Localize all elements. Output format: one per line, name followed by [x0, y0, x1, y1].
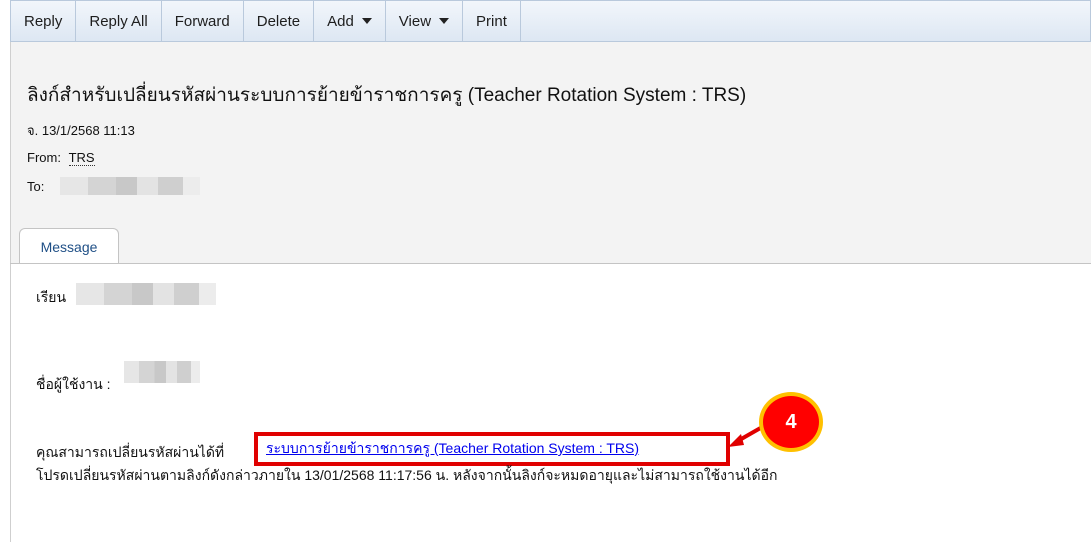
chevron-down-icon [361, 18, 372, 24]
email-subject: ลิงก์สำหรับเปลี่ยนรหัสผ่านระบบการย้ายข้า… [27, 85, 747, 106]
add-label: Add [327, 12, 354, 30]
redacted-recipient [60, 177, 201, 195]
print-button[interactable]: Print [463, 1, 521, 41]
highlight-box: ระบบการย้ายข้าราชการครู (Teacher Rotatio… [254, 432, 730, 466]
delete-button[interactable]: Delete [244, 1, 315, 41]
forward-button[interactable]: Forward [162, 1, 244, 41]
step-number: 4 [785, 410, 797, 433]
to-label: To: [27, 178, 45, 194]
email-date: จ. 13/1/2568 11:13 [27, 123, 135, 138]
step-badge: 4 [759, 392, 823, 452]
expiry-notice: โปรดเปลี่ยนรหัสผ่านตามลิงก์ดังกล่าวภายใน… [36, 467, 778, 483]
from-label: From: [27, 150, 61, 165]
reply-all-label: Reply All [89, 12, 148, 30]
tab-message-label: Message [40, 238, 98, 255]
from-row: From: TRS [27, 150, 95, 166]
sender-name[interactable]: TRS [68, 150, 95, 166]
tab-message[interactable]: Message [19, 228, 119, 264]
change-password-prefix: คุณสามารถเปลี่ยนรหัสผ่านได้ที่ [36, 444, 225, 460]
chevron-down-icon [439, 18, 450, 24]
reply-all-button[interactable]: Reply All [76, 1, 162, 41]
forward-label: Forward [174, 12, 230, 30]
view-dropdown-button[interactable]: View [386, 1, 464, 41]
reply-button[interactable]: Reply [11, 1, 77, 41]
delete-label: Delete [256, 12, 301, 30]
message-header: ลิงก์สำหรับเปลี่ยนรหัสผ่านระบบการย้ายข้า… [10, 42, 1091, 264]
view-label: View [398, 12, 432, 30]
username-label: ชื่อผู้ใช้งาน : [36, 376, 111, 392]
to-row: To: [27, 177, 201, 195]
message-body [10, 264, 1091, 542]
greeting-label: เรียน [36, 289, 67, 305]
print-label: Print [476, 12, 507, 30]
mail-toolbar: Reply Reply All Forward Delete Add View … [10, 0, 1091, 42]
redacted-recipient-name [76, 283, 216, 305]
redacted-username [124, 361, 200, 383]
reply-label: Reply [24, 12, 63, 30]
add-dropdown-button[interactable]: Add [314, 1, 386, 41]
trs-link[interactable]: ระบบการย้ายข้าราชการครู (Teacher Rotatio… [266, 438, 639, 460]
